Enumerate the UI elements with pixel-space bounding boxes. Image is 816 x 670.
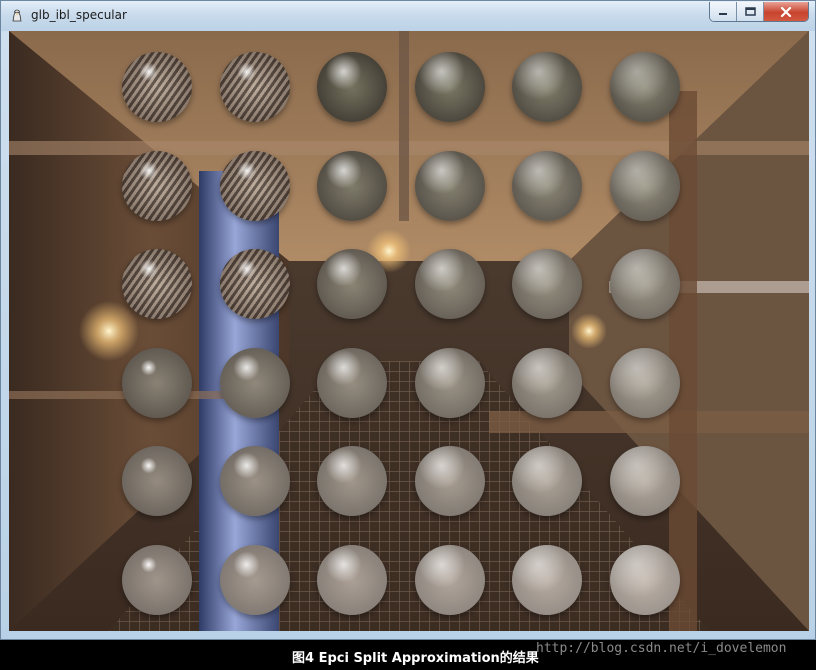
sphere-r2-c2: [219, 150, 290, 221]
sphere-r5-c4: [414, 446, 485, 516]
sphere-r1-c4: [414, 52, 485, 122]
title-bar[interactable]: glb_ibl_specular: [1, 1, 815, 31]
app-window: glb_ibl_specular: [0, 0, 816, 640]
sphere-r6-c3: [317, 544, 387, 615]
window-title: glb_ibl_specular: [31, 8, 127, 22]
sphere-r5-c2: [219, 446, 290, 516]
sphere-r5-c5: [512, 446, 582, 516]
sphere-r2-c4: [414, 150, 485, 221]
sphere-r1-c5: [512, 52, 582, 122]
sphere-r4-c1: [122, 347, 192, 418]
sphere-r2-c5: [512, 150, 582, 221]
sphere-r1-c1: [122, 52, 192, 122]
sphere-r6-c2: [219, 544, 290, 615]
maximize-button[interactable]: [737, 2, 764, 21]
sphere-r3-c6: [609, 249, 680, 319]
watermark-url: http://blog.csdn.net/i_dovelemon: [536, 641, 787, 656]
sphere-r2-c1: [122, 150, 192, 221]
sphere-r4-c4: [414, 347, 485, 418]
sphere-r4-c3: [317, 347, 387, 418]
window-controls: [709, 2, 809, 22]
sphere-r3-c4: [414, 249, 485, 319]
minimize-button[interactable]: [710, 2, 737, 21]
app-icon[interactable]: [10, 9, 24, 23]
sphere-r6-c4: [414, 544, 485, 615]
sphere-r3-c2: [219, 249, 290, 319]
sphere-r1-c2: [219, 52, 290, 122]
maximize-icon: [744, 7, 756, 16]
sphere-r6-c1: [122, 544, 192, 615]
sphere-r3-c5: [512, 249, 582, 319]
sphere-r5-c1: [122, 446, 192, 516]
sphere-r2-c3: [317, 150, 387, 221]
close-button[interactable]: [764, 2, 808, 21]
sphere-r6-c6: [609, 544, 680, 615]
sphere-r1-c3: [317, 52, 387, 122]
minimize-icon: [719, 12, 727, 15]
sphere-r4-c5: [512, 347, 582, 418]
sphere-grid: [9, 31, 809, 631]
sphere-r5-c6: [609, 446, 680, 516]
sphere-r5-c3: [317, 446, 387, 516]
sphere-r2-c6: [609, 150, 680, 221]
render-viewport[interactable]: [9, 31, 809, 631]
figure-caption: 图4 Epci Split Approximation的结果: [292, 651, 539, 666]
sphere-r4-c6: [609, 347, 680, 418]
sphere-r1-c6: [609, 52, 680, 122]
close-icon: [780, 6, 792, 17]
sphere-r4-c2: [219, 347, 290, 418]
sphere-r6-c5: [512, 544, 582, 615]
sphere-r3-c3: [317, 249, 387, 319]
sphere-r3-c1: [122, 249, 192, 319]
